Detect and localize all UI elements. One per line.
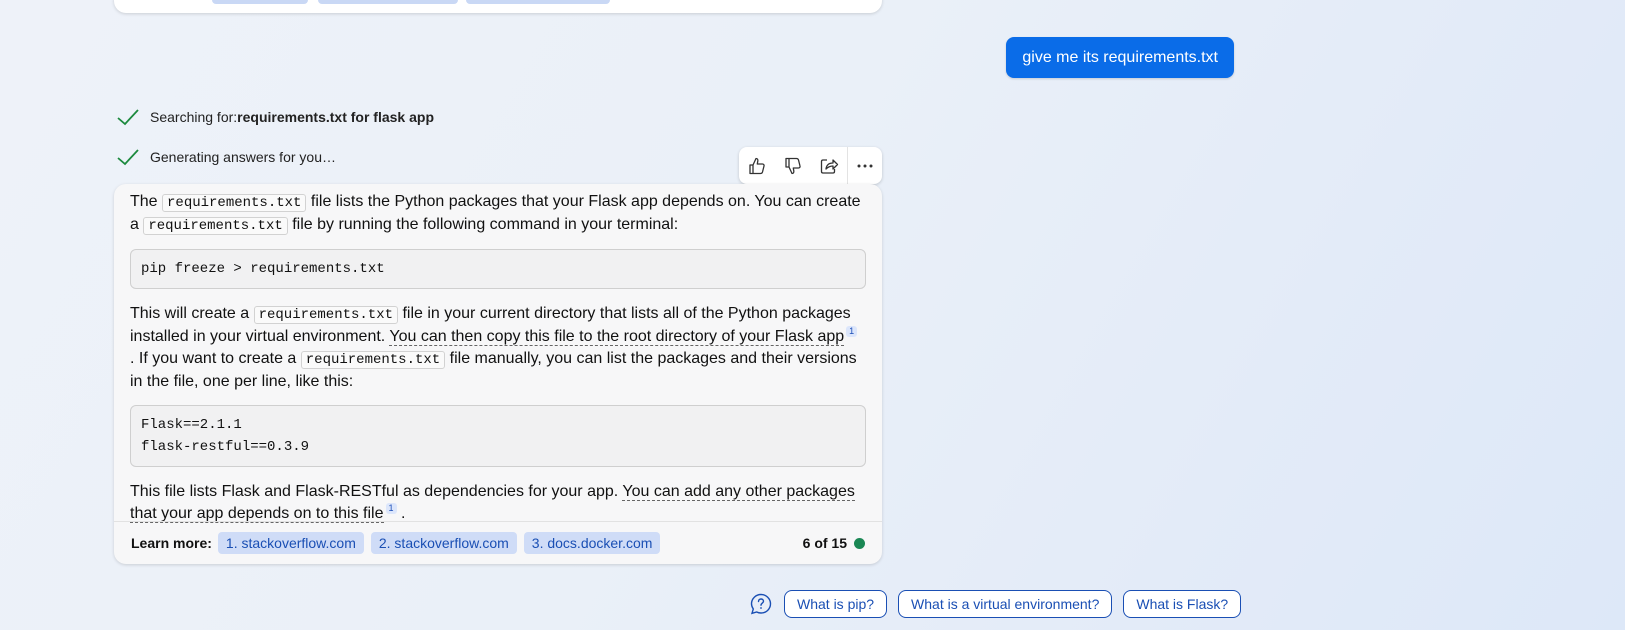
user-message-bubble: give me its requirements.txt <box>1006 37 1234 78</box>
inline-code: requirements.txt <box>143 217 288 235</box>
share-button[interactable] <box>811 147 847 184</box>
inline-code: requirements.txt <box>300 351 446 369</box>
suggestion-what-is-pip[interactable]: What is pip? <box>784 590 888 618</box>
thumbs-up-icon <box>749 157 765 174</box>
previous-link-chip[interactable] <box>318 0 458 4</box>
requirements-code-block[interactable]: Flask==2.1.1 flask-restful==0.3.9 <box>130 405 866 467</box>
share-icon <box>820 158 839 174</box>
suggestion-what-is-virtual-environment[interactable]: What is a virtual environment? <box>898 590 1113 618</box>
answer-paragraph: The requirements.txt file lists the Pyth… <box>130 191 866 237</box>
source-link-stackoverflow-2[interactable]: 2. stackoverflow.com <box>370 532 517 554</box>
code-line: flask-restful==0.3.9 <box>141 439 310 455</box>
checkmark-icon <box>117 149 139 166</box>
citation-badge[interactable]: 1 <box>385 503 397 514</box>
learn-more-label: Learn more: <box>131 535 212 551</box>
answer-paragraph: This file lists Flask and Flask-RESTful … <box>130 481 866 525</box>
help-question-icon[interactable] <box>749 592 773 616</box>
search-status: Searching for: requirements.txt for flas… <box>116 105 434 129</box>
response-actions-toolbar <box>739 147 882 184</box>
command-code-block[interactable]: pip freeze > requirements.txt <box>130 249 866 289</box>
answer-paragraph: This will create a requirements.txt file… <box>130 303 866 393</box>
citation-badge[interactable]: 1 <box>846 326 858 337</box>
answer-text: This file lists Flask and Flask-RESTful … <box>130 483 623 500</box>
status-dot-icon <box>854 537 865 549</box>
inline-code: requirements.txt <box>162 194 307 212</box>
previous-link-chip[interactable] <box>212 0 308 4</box>
previous-answer-card <box>114 0 882 13</box>
source-link-docs-docker[interactable]: 3. docs.docker.com <box>523 532 661 554</box>
generating-status: Generating answers for you… <box>116 145 336 169</box>
learn-more-bar: Learn more: 1. stackoverflow.com 2. stac… <box>114 521 882 564</box>
answer-text: . If you want to create a <box>130 350 301 367</box>
checkmark-icon <box>117 109 139 126</box>
turn-counter: 6 of 15 <box>802 535 847 551</box>
more-icon <box>857 164 873 167</box>
answer-card: The requirements.txt file lists the Pyth… <box>114 184 882 564</box>
code-line: pip freeze > requirements.txt <box>141 261 385 277</box>
more-options-button[interactable] <box>848 147 882 184</box>
search-status-label: Searching for: <box>150 109 238 125</box>
previous-link-chip[interactable] <box>466 0 610 4</box>
user-message-text: give me its requirements.txt <box>1022 48 1218 66</box>
like-button[interactable] <box>739 147 775 184</box>
generating-status-label: Generating answers for you… <box>150 149 336 165</box>
answer-text: file by running the following command in… <box>287 216 679 233</box>
answer-content: The requirements.txt file lists the Pyth… <box>114 184 882 525</box>
inline-code: requirements.txt <box>253 306 399 324</box>
suggestion-what-is-flask[interactable]: What is Flask? <box>1123 590 1242 618</box>
source-link-stackoverflow-1[interactable]: 1. stackoverflow.com <box>217 532 364 554</box>
answer-text: This will create a <box>130 305 254 322</box>
thumbs-down-icon <box>785 157 801 174</box>
suggestion-bar: What is pip? What is a virtual environme… <box>749 590 1252 618</box>
answer-text: The <box>130 193 163 210</box>
cited-text[interactable]: You can then copy this file to the root … <box>389 328 845 346</box>
dislike-button[interactable] <box>775 147 811 184</box>
search-query: requirements.txt for flask app <box>237 109 434 125</box>
code-line: Flask==2.1.1 <box>141 417 242 433</box>
answer-text: . <box>396 505 406 522</box>
